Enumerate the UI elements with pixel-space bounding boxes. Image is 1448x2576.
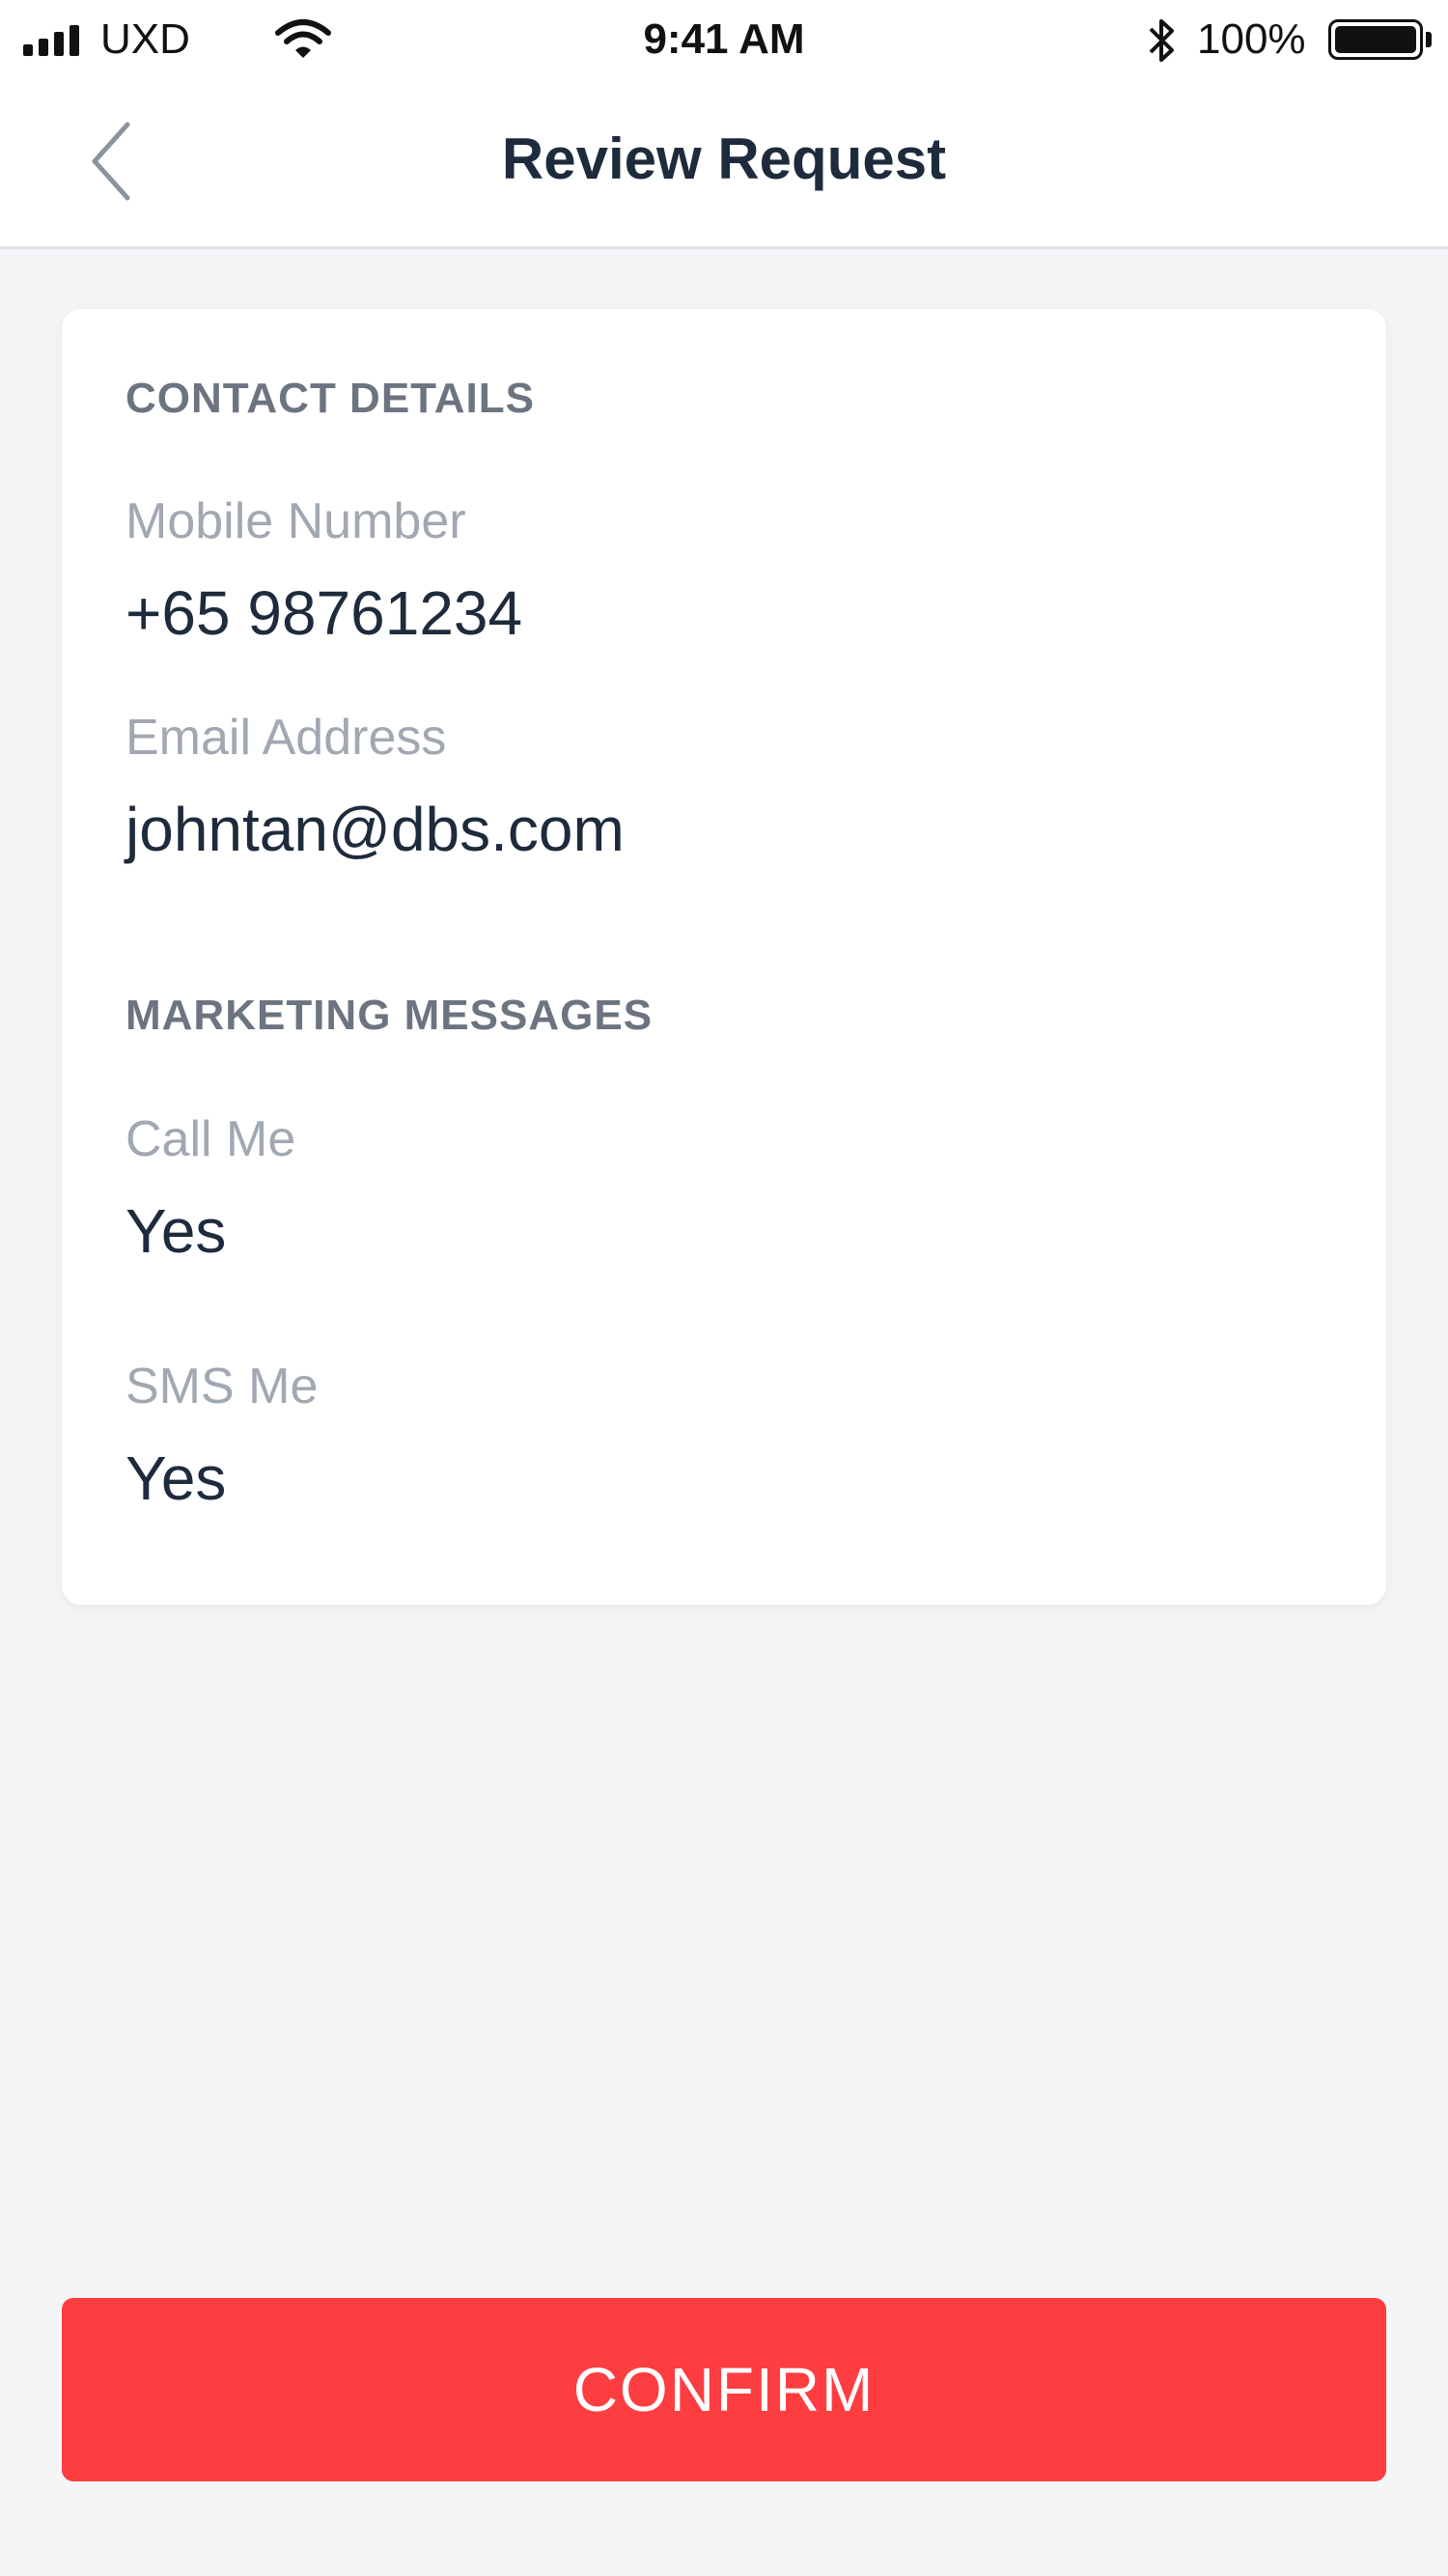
- battery-icon: [1328, 19, 1423, 60]
- mobile-number-value: +65 98761234: [125, 578, 523, 648]
- battery-tip: [1426, 32, 1432, 47]
- review-card: CONTACT DETAILS Mobile Number +65 987612…: [62, 309, 1386, 1605]
- review-request-screen: UXD 9:41 AM 100% Review Request CONTACT …: [0, 0, 1448, 2576]
- confirm-button[interactable]: CONFIRM: [62, 2298, 1386, 2481]
- marketing-messages-heading: MARKETING MESSAGES: [125, 992, 654, 1039]
- email-address-label: Email Address: [125, 710, 447, 766]
- bluetooth-icon: [1145, 15, 1180, 76]
- mobile-number-label: Mobile Number: [125, 493, 466, 549]
- sms-me-value: Yes: [125, 1443, 227, 1513]
- sms-me-label: SMS Me: [125, 1358, 319, 1414]
- call-me-value: Yes: [125, 1196, 227, 1266]
- nav-bar: Review Request: [0, 79, 1448, 249]
- contact-details-heading: CONTACT DETAILS: [125, 375, 535, 422]
- status-bar: UXD 9:41 AM 100%: [0, 0, 1448, 79]
- page-title: Review Request: [501, 126, 947, 191]
- battery-percent: 100%: [1197, 15, 1306, 63]
- email-address-value: johntan@dbs.com: [125, 795, 625, 864]
- call-me-label: Call Me: [125, 1111, 296, 1167]
